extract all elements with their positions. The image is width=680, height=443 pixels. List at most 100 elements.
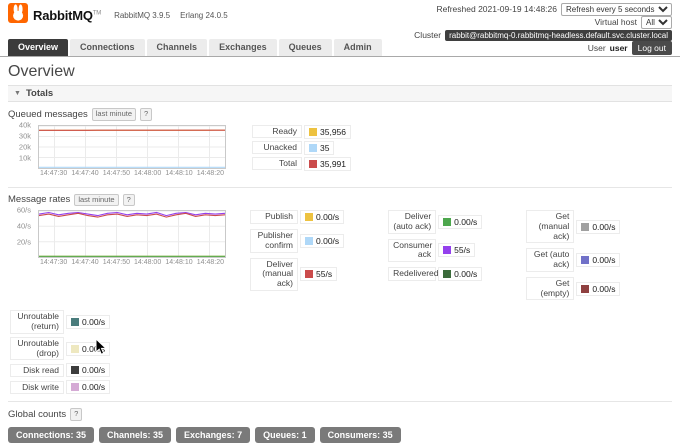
tab-queues[interactable]: Queues (278, 39, 332, 56)
global-counts-label: Global counts (8, 409, 67, 421)
rates-legend-col-2: Deliver (auto ack) 0.00/s Consumer ack 5… (388, 210, 483, 300)
legend-row-get-empty: Get (empty) 0.00/s (526, 276, 621, 301)
mouse-cursor (95, 337, 108, 361)
totals-label: Totals (25, 88, 54, 99)
legend-swatch (305, 270, 313, 279)
queued-messages-title: Queued messages (8, 108, 88, 120)
legend-swatch (305, 213, 313, 221)
legend-label: Unroutable (return) (10, 310, 64, 334)
tab-admin[interactable]: Admin (333, 39, 382, 56)
legend-value: 55/s (454, 245, 471, 256)
legend-swatch (71, 344, 79, 353)
tab-connections[interactable]: Connections (70, 39, 145, 56)
legend-value-cell: 55/s (438, 243, 476, 258)
message-rates-header: Message rates last minute ? (8, 193, 672, 206)
queued-legend: Ready 35,956 Unacked 35 Total 35,991 (252, 124, 351, 171)
legend-swatch (581, 256, 590, 265)
legend-row-publish: Publish 0.00/s (250, 210, 345, 224)
legend-value: 0.00/s (316, 235, 340, 246)
legend-row-unroutable-return: Unroutable (return) 0.00/s (10, 310, 672, 334)
legend-label: Publisher confirm (250, 229, 298, 253)
legend-row-get-auto-ack: Get (auto ack) 0.00/s (526, 248, 621, 272)
legend-value: 35 (320, 142, 330, 153)
legend-value-cell: 0.00/s (66, 380, 111, 395)
legend-label: Get (auto ack) (526, 248, 575, 272)
rates-legend-columns: Publish 0.00/s Publisher confirm 0.00/s … (250, 210, 621, 301)
legend-value-cell: 35,991 (304, 156, 351, 171)
legend-swatch (309, 143, 317, 152)
queued-chart-xaxis: 14:47:30 14:47:40 14:47:50 14:48:00 14:48:10… (39, 169, 225, 177)
legend-label: Get (manual ack) (526, 210, 575, 244)
user-name: user (609, 43, 628, 53)
legend-swatch (309, 127, 317, 136)
rates-period-badge[interactable]: last minute (74, 193, 119, 206)
rates-legend-col-3: Get (manual ack) 0.00/s Get (auto ack) 0… (526, 210, 621, 301)
legend-value-cell: 55/s (300, 267, 338, 282)
message-rates-title: Message rates (8, 194, 71, 206)
queues-count-badge: Queues: 1 (255, 426, 315, 443)
legend-value: 35,956 (320, 126, 346, 137)
queued-chart-yaxis: 40k 30k 20k 10k (18, 120, 31, 162)
legend-label: Deliver (manual ack) (250, 257, 298, 291)
legend-swatch (71, 366, 79, 375)
legend-value: 0.00/s (82, 365, 106, 376)
logo-row: RabbitMQTM RabbitMQ 3.9.5 Erlang 24.0.5 (8, 3, 382, 28)
queued-help-icon[interactable]: ? (140, 108, 153, 121)
legend-value: 0.00/s (592, 221, 616, 232)
rates-help-icon[interactable]: ? (122, 193, 135, 206)
section-divider (8, 186, 672, 188)
legend-label: Disk read (10, 363, 64, 378)
legend-value: 0.00/s (316, 212, 340, 222)
global-counts-help-icon[interactable]: ? (70, 408, 83, 421)
consumers-count-badge: Consumers: 35 (319, 426, 401, 443)
rates-chart (38, 210, 226, 258)
tab-exchanges[interactable]: Exchanges (209, 39, 277, 56)
legend-value: 0.00/s (592, 255, 616, 266)
legend-row-publisher-confirm: Publisher confirm 0.00/s (250, 229, 345, 253)
vhost-select[interactable]: All (641, 15, 672, 29)
legend-label: Redelivered (388, 267, 439, 281)
channels-count-badge: Channels: 35 (99, 426, 172, 443)
legend-swatch (71, 383, 79, 392)
main-content: Overview ▼ Totals Queued messages last m… (0, 63, 680, 443)
legend-value: 55/s (316, 269, 333, 280)
queued-chart-area: 40k 30k 20k 10k 14:47:30 14:47:40 14:47:50 14:… (19, 120, 226, 180)
product-name[interactable]: RabbitMQTM (33, 8, 101, 23)
rates-chart-area: 60/s 40/s 20/s 14:47:30 14:47:40 14:47:50 14:… (17, 206, 226, 269)
queued-period-badge[interactable]: last minute (91, 108, 137, 121)
legend-value-cell: 0.00/s (576, 219, 621, 234)
legend-value-cell: 0.00/s (66, 363, 111, 378)
legend-value-cell: 0.00/s (576, 253, 621, 268)
legend-value-cell: 0.00/s (300, 210, 345, 224)
legend-row-ready: Ready 35,956 (252, 124, 351, 139)
page-title: Overview (8, 63, 75, 80)
rates-chart-xaxis: 14:47:30 14:47:40 14:47:50 14:48:00 14:48:10… (39, 259, 225, 266)
legend-value-cell: 0.00/s (438, 214, 483, 229)
top-bar: RabbitMQTM RabbitMQ 3.9.5 Erlang 24.0.5 … (0, 0, 680, 57)
legend-swatch (581, 222, 590, 231)
legend-value: 0.00/s (454, 216, 478, 227)
cluster-label: Cluster (414, 30, 442, 40)
erlang-version: Erlang 24.0.5 (180, 11, 228, 20)
refresh-row: Refreshed 2021-09-19 14:48:26 Refresh ev… (436, 2, 672, 16)
vhost-row: Virtual host All (594, 15, 672, 29)
legend-label: Get (empty) (526, 276, 575, 301)
legend-row-disk-write: Disk write 0.00/s (10, 380, 672, 395)
logout-button[interactable]: Log out (631, 41, 672, 55)
user-label: User (587, 43, 606, 53)
top-bar-right: Refreshed 2021-09-19 14:48:26 Refresh ev… (414, 2, 672, 56)
version-info: RabbitMQ 3.9.5 Erlang 24.0.5 (114, 11, 228, 20)
legend-row-redelivered: Redelivered 0.00/s (388, 267, 483, 282)
rates-chart-block: 60/s 40/s 20/s 14:47:30 14:47:40 14:47:50 14:… (8, 206, 672, 301)
queued-messages-header: Queued messages last minute ? (8, 108, 672, 121)
tab-channels[interactable]: Channels (146, 39, 208, 56)
vhost-label: Virtual host (594, 17, 637, 27)
legend-swatch (309, 159, 317, 168)
legend-label: Total (252, 156, 302, 171)
refreshed-timestamp: Refreshed 2021-09-19 14:48:26 (436, 4, 557, 14)
legend-swatch (305, 236, 313, 245)
rabbitmq-logo-icon[interactable] (8, 3, 28, 28)
totals-section-header[interactable]: ▼ Totals (8, 85, 672, 102)
tab-overview[interactable]: Overview (8, 39, 69, 56)
refresh-interval-select[interactable]: Refresh every 5 seconds (561, 2, 672, 16)
